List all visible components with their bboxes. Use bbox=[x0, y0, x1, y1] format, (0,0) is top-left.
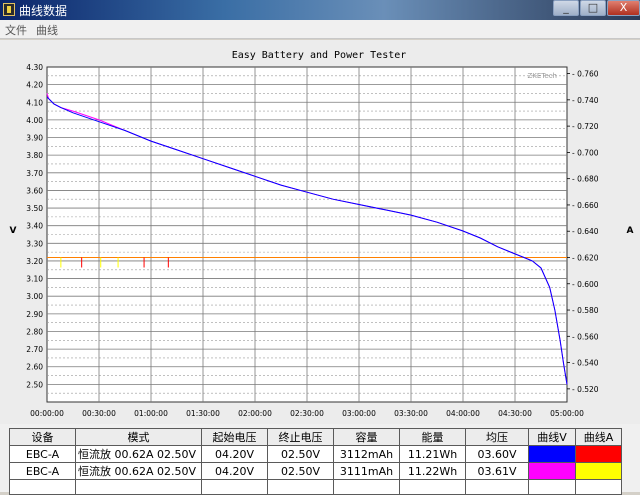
cell-end-voltage: 02.50V bbox=[267, 445, 334, 463]
y-left-tick-label: 3.60 bbox=[26, 186, 43, 195]
app-icon bbox=[3, 3, 15, 16]
x-tick-label: 01:30:00 bbox=[186, 409, 220, 418]
y-right-tick-label: - 0.540 bbox=[572, 359, 599, 368]
cell-curve-a-color[interactable] bbox=[575, 445, 622, 463]
y-left-tick-label: 4.20 bbox=[26, 81, 43, 90]
maximize-button[interactable]: □ bbox=[580, 0, 606, 16]
minimize-button[interactable]: _ bbox=[553, 0, 579, 16]
header-mode[interactable]: 模式 bbox=[75, 428, 202, 446]
results-table-area: 设备 模式 起始电压 终止电压 容量 能量 均压 曲线V 曲线A EBC-A 恒… bbox=[0, 424, 640, 495]
x-tick-label: 05:00:00 bbox=[550, 409, 584, 418]
y-left-tick-label: 4.00 bbox=[26, 116, 43, 125]
cell-curve-a-color[interactable] bbox=[575, 462, 622, 480]
y-right-tick-label: - 0.640 bbox=[572, 227, 599, 236]
results-table: 设备 模式 起始电压 终止电压 容量 能量 均压 曲线V 曲线A EBC-A 恒… bbox=[9, 428, 622, 495]
x-tick-label: 00:00:00 bbox=[30, 409, 64, 418]
cell-avg-voltage: 03.61V bbox=[465, 462, 529, 480]
y-left-tick-label: 2.90 bbox=[26, 310, 43, 319]
y-left-tick-label: 3.40 bbox=[26, 222, 43, 231]
chart-title: Easy Battery and Power Tester bbox=[232, 50, 407, 61]
y-left-tick-label: 3.70 bbox=[26, 169, 43, 178]
y-left-label: V bbox=[10, 226, 17, 236]
cell-end-voltage: 02.50V bbox=[267, 462, 334, 480]
cell-avg-voltage: 03.60V bbox=[465, 445, 529, 463]
color-swatch bbox=[576, 446, 621, 462]
x-tick-label: 00:30:00 bbox=[82, 409, 116, 418]
cell-device: EBC-A bbox=[9, 462, 76, 480]
y-left-tick-label: 2.70 bbox=[26, 345, 43, 354]
header-device[interactable]: 设备 bbox=[9, 428, 76, 446]
right-axis: - 0.760 - 0.740 - 0.720 - 0.700 - 0.680 - 0.6… bbox=[567, 70, 599, 394]
cell-energy: 11.21Wh bbox=[399, 445, 466, 463]
y-left-tick-label: 3.80 bbox=[26, 151, 43, 160]
color-swatch bbox=[576, 463, 621, 479]
y-right-tick-label: - 0.660 bbox=[572, 201, 599, 210]
header-curve-a[interactable]: 曲线A bbox=[575, 428, 622, 446]
y-right-tick-label: - 0.560 bbox=[572, 332, 599, 341]
x-tick-label: 03:30:00 bbox=[394, 409, 428, 418]
y-right-tick-label: - 0.680 bbox=[572, 175, 599, 184]
chart-area: Easy Battery and Power Tester 4.30 4.20 4.… bbox=[0, 40, 640, 424]
y-right-tick-label: - 0.620 bbox=[572, 253, 599, 262]
table-row[interactable]: EBC-A 恒流放 00.62A 02.50V 04.20V 02.50V 31… bbox=[9, 462, 622, 480]
y-left-tick-label: 2.60 bbox=[26, 363, 43, 372]
y-left-tick-label: 3.10 bbox=[26, 275, 43, 284]
y-right-tick-label: - 0.600 bbox=[572, 280, 599, 289]
title-bar: 曲线数据 _ □ X bbox=[0, 0, 640, 20]
x-tick-label: 02:30:00 bbox=[290, 409, 324, 418]
y-left-tick-label: 2.80 bbox=[26, 327, 43, 336]
cell-energy: 11.22Wh bbox=[399, 462, 466, 480]
color-swatch bbox=[529, 463, 575, 479]
y-right-tick-label: - 0.740 bbox=[572, 96, 599, 105]
y-left-tick-label: 2.50 bbox=[26, 380, 43, 389]
y-left-tick-label: 3.00 bbox=[26, 292, 43, 301]
y-right-tick-label: - 0.580 bbox=[572, 306, 599, 315]
menu-file[interactable]: 文件 bbox=[5, 22, 27, 38]
cell-start-voltage: 04.20V bbox=[201, 462, 268, 480]
x-tick-label: 02:00:00 bbox=[238, 409, 272, 418]
y-right-tick-label: - 0.720 bbox=[572, 122, 599, 131]
cell-device: EBC-A bbox=[9, 445, 76, 463]
y-left-tick-label: 4.10 bbox=[26, 98, 43, 107]
menu-curve[interactable]: 曲线 bbox=[36, 22, 58, 38]
y-left-tick-label: 3.90 bbox=[26, 134, 43, 143]
header-end-voltage[interactable]: 终止电压 bbox=[267, 428, 334, 446]
header-curve-v[interactable]: 曲线V bbox=[528, 428, 576, 446]
y-left-tick-label: 3.30 bbox=[26, 239, 43, 248]
x-tick-label: 01:00:00 bbox=[134, 409, 168, 418]
table-row-empty bbox=[9, 479, 622, 495]
y-left-tick-label: 3.50 bbox=[26, 204, 43, 213]
y-right-tick-label: - 0.520 bbox=[572, 385, 599, 394]
cell-start-voltage: 04.20V bbox=[201, 445, 268, 463]
y-right-label: A bbox=[627, 226, 634, 236]
header-energy[interactable]: 能量 bbox=[399, 428, 466, 446]
y-left-tick-label: 3.20 bbox=[26, 257, 43, 266]
x-tick-label: 04:30:00 bbox=[498, 409, 532, 418]
x-tick-label: 04:00:00 bbox=[446, 409, 480, 418]
table-row[interactable]: EBC-A 恒流放 00.62A 02.50V 04.20V 02.50V 31… bbox=[9, 445, 622, 463]
x-tick-label: 03:00:00 bbox=[342, 409, 376, 418]
y-left-tick-label: 4.30 bbox=[26, 63, 43, 72]
cell-capacity: 3111mAh bbox=[333, 462, 400, 480]
cell-curve-v-color[interactable] bbox=[528, 462, 576, 480]
cell-capacity: 3112mAh bbox=[333, 445, 400, 463]
battery-chart: Easy Battery and Power Tester 4.304.204.… bbox=[10, 50, 634, 418]
window-title: 曲线数据 bbox=[19, 4, 68, 18]
cell-mode: 恒流放 00.62A 02.50V bbox=[75, 445, 202, 463]
menu-bar: 文件 曲线 bbox=[0, 20, 640, 39]
cell-curve-v-color[interactable] bbox=[528, 445, 576, 463]
table-header: 设备 模式 起始电压 终止电压 容量 能量 均压 曲线V 曲线A bbox=[9, 428, 622, 446]
watermark: ZKETech bbox=[528, 72, 558, 80]
header-start-voltage[interactable]: 起始电压 bbox=[201, 428, 268, 446]
color-swatch bbox=[529, 446, 575, 462]
y-right-tick-label: - 0.760 bbox=[572, 70, 599, 79]
cell-mode: 恒流放 00.62A 02.50V bbox=[75, 462, 202, 480]
close-button[interactable]: X bbox=[607, 0, 640, 16]
x-axis: 00:00:00 00:30:00 01:00:00 01:30:00 02:00:00… bbox=[30, 409, 584, 418]
y-right-tick-label: - 0.700 bbox=[572, 148, 599, 157]
header-capacity[interactable]: 容量 bbox=[333, 428, 400, 446]
left-axis: 4.30 4.20 4.10 4.00 3.90 3.80 3.70 3.60 3.50 3.40… bbox=[26, 63, 43, 389]
header-avg-voltage[interactable]: 均压 bbox=[465, 428, 529, 446]
